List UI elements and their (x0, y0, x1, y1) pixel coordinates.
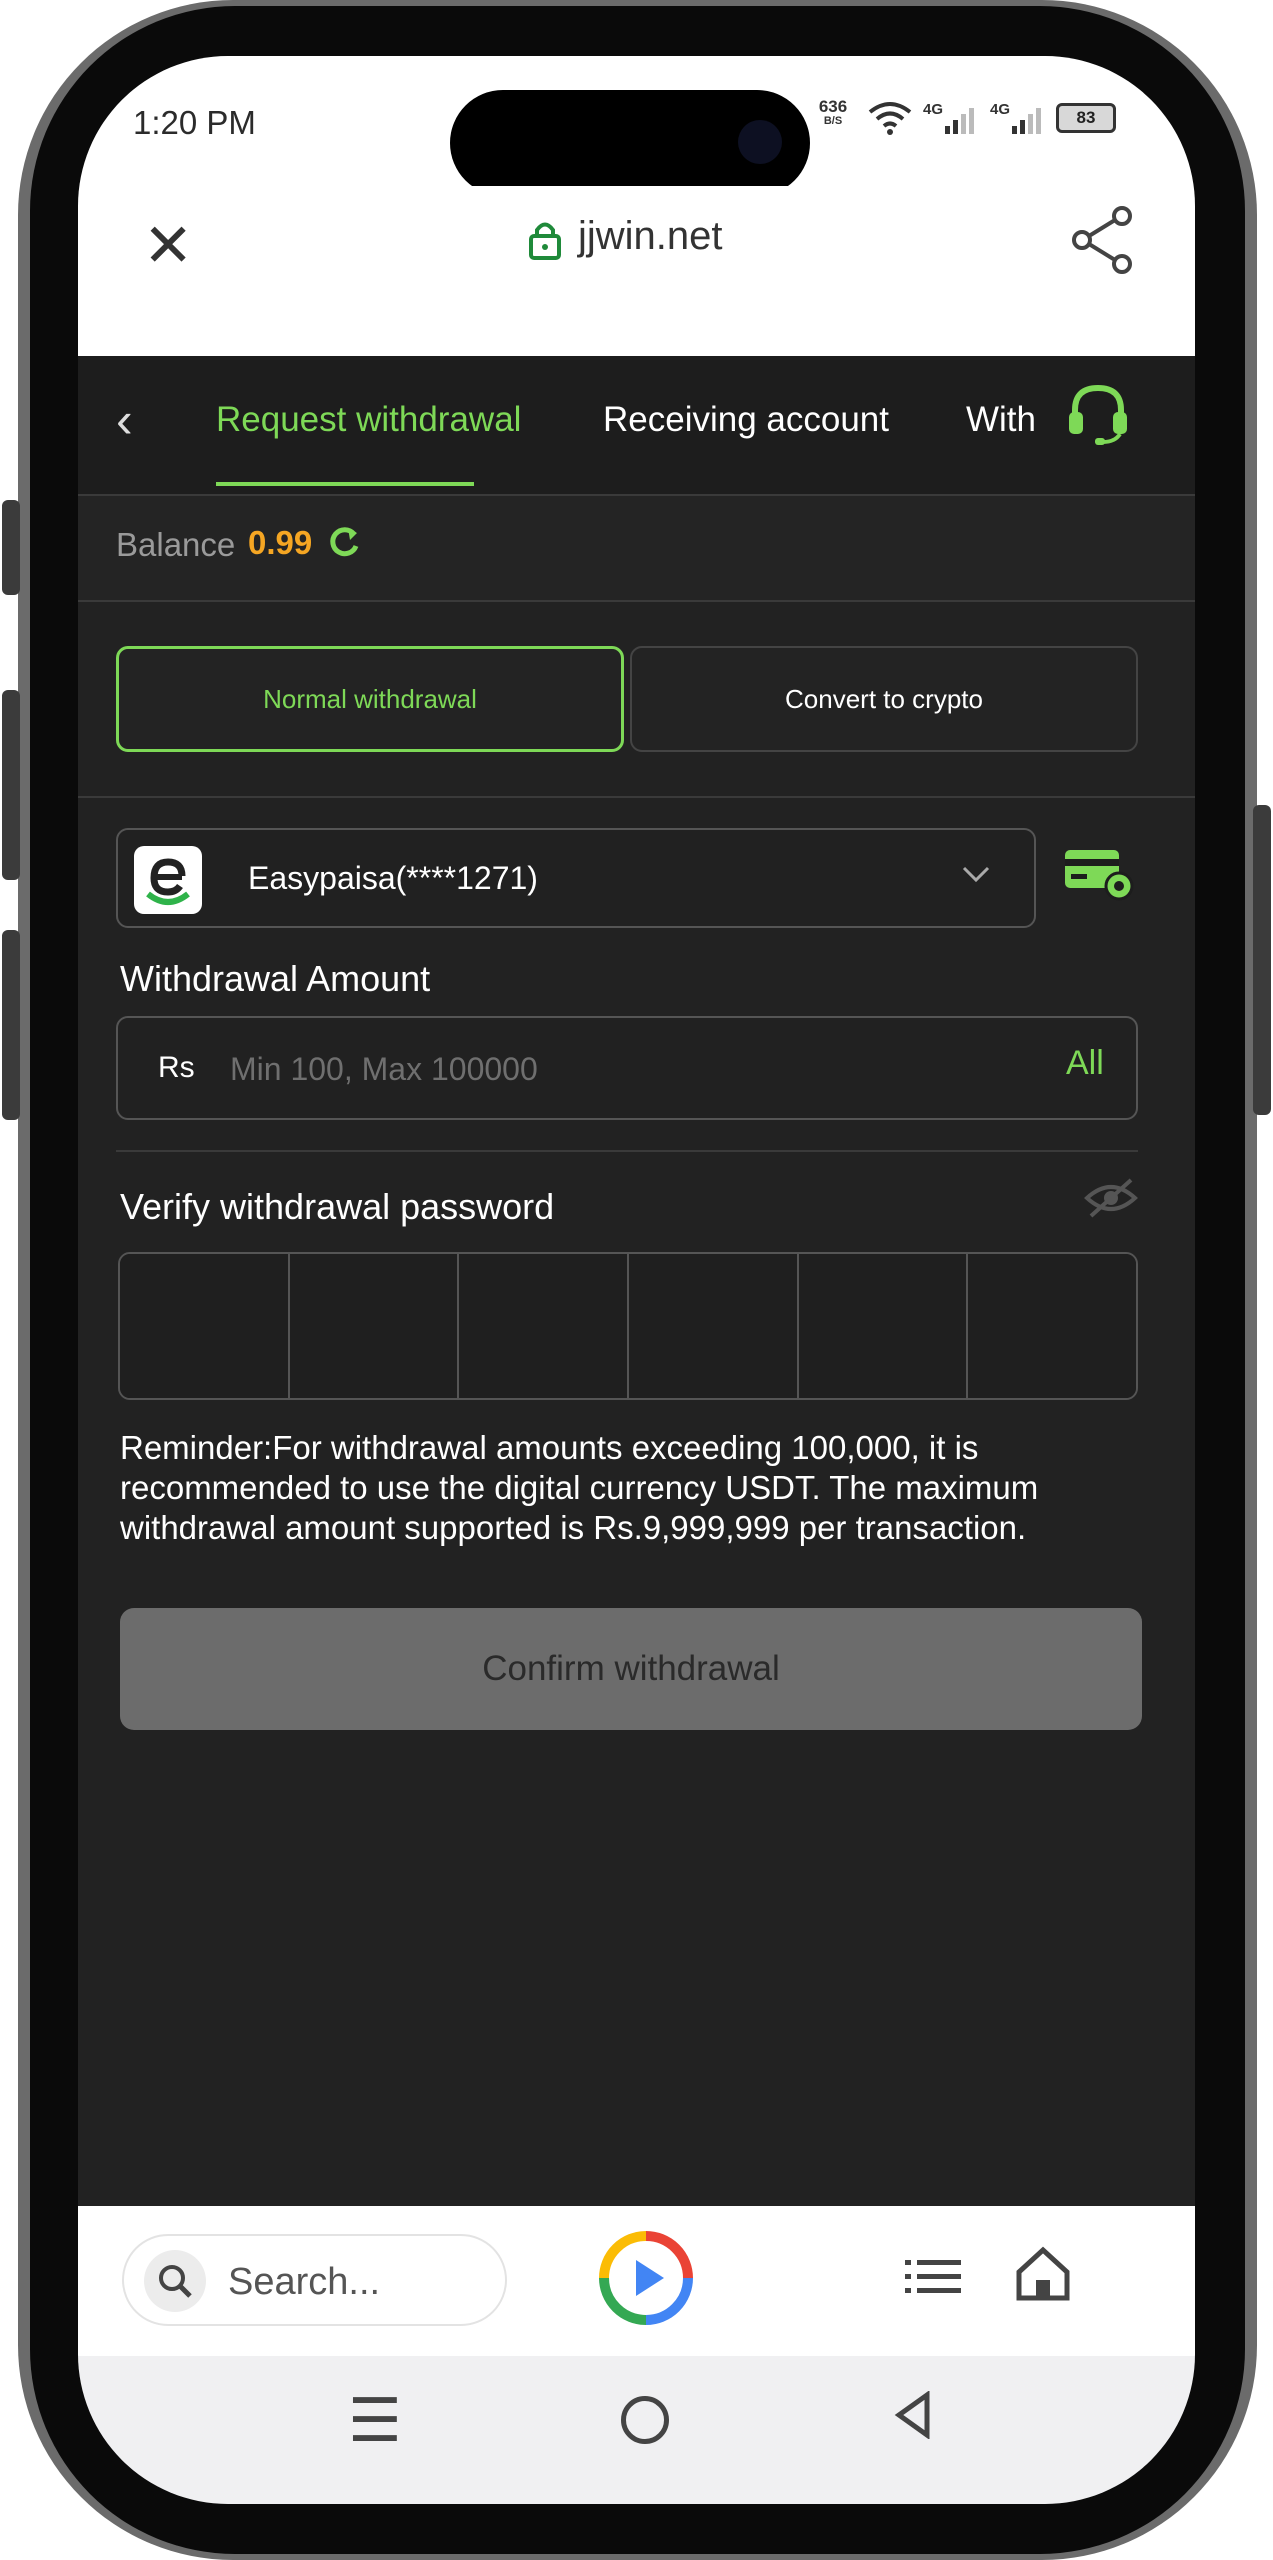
signal-type-label: 4G (923, 101, 943, 118)
withdrawal-amount-input[interactable] (228, 1046, 992, 1092)
withdrawal-amount-label: Withdrawal Amount (120, 958, 431, 999)
camera-icon (738, 120, 782, 164)
balance-row (78, 496, 1195, 602)
tab-request-withdrawal[interactable]: Request withdrawal (216, 400, 521, 440)
section-divider (78, 796, 1195, 798)
pin-digit-box[interactable] (629, 1254, 799, 1398)
phone-side-button (2, 500, 20, 595)
url-domain[interactable]: jjwin.net (578, 214, 723, 259)
home-icon[interactable] (1013, 2244, 1073, 2304)
eye-hidden-icon[interactable] (1083, 1176, 1139, 1220)
phone-power-button (1253, 805, 1271, 1115)
convert-to-crypto-button[interactable]: Convert to crypto (630, 646, 1138, 752)
signal-icon: 4G (923, 98, 983, 143)
section-divider (116, 1150, 1138, 1152)
pin-digit-box[interactable] (289, 1254, 460, 1398)
battery-icon: 83 (1056, 103, 1116, 133)
chevron-down-icon (962, 866, 990, 883)
lock-icon (529, 222, 561, 260)
withdrawal-password-label: Verify withdrawal password (120, 1186, 555, 1227)
share-icon[interactable] (1068, 204, 1138, 274)
balance-label: Balance (116, 526, 236, 563)
close-icon[interactable]: ✕ (143, 216, 193, 276)
easypaisa-logo-icon (134, 846, 202, 914)
card-settings-icon[interactable] (1063, 846, 1135, 902)
browser-url-bar (78, 186, 1195, 356)
play-games-icon[interactable] (598, 2230, 694, 2326)
refresh-icon[interactable] (326, 524, 362, 560)
balance-value: 0.99 (248, 524, 313, 561)
search-icon[interactable] (144, 2250, 206, 2312)
signal-icon: 4G (990, 98, 1050, 143)
password-pin-input[interactable] (118, 1252, 1138, 1400)
wifi-icon (868, 102, 912, 135)
pin-digit-box[interactable] (459, 1254, 630, 1398)
phone-volume-down (2, 930, 20, 1120)
currency-label: Rs (158, 1051, 195, 1084)
list-menu-icon[interactable] (903, 2254, 963, 2298)
back-chevron-icon[interactable]: ‹ (116, 391, 133, 449)
home-circle-icon[interactable] (621, 2396, 669, 2444)
search-placeholder[interactable]: Search... (228, 2261, 380, 2304)
phone-screen: 1:20 PM 636 B/S 4G 4G 83 ✕ jjwin.net ‹ R… (78, 56, 1195, 2504)
signal-type-label: 4G (990, 101, 1010, 118)
network-speed: 636 B/S (818, 97, 848, 127)
status-time: 1:20 PM (133, 104, 256, 141)
confirm-withdrawal-button[interactable]: Confirm withdrawal (120, 1608, 1142, 1730)
pin-digit-box[interactable] (968, 1254, 1136, 1398)
back-triangle-icon[interactable] (893, 2391, 933, 2439)
recent-apps-icon[interactable]: ☰ (348, 2386, 402, 2456)
active-tab-indicator (216, 482, 474, 486)
tab-receiving-account[interactable]: Receiving account (603, 400, 889, 440)
withdrawal-reminder-text: Reminder:For withdrawal amounts exceedin… (120, 1429, 1039, 1546)
normal-withdrawal-button[interactable]: Normal withdrawal (116, 646, 624, 752)
phone-volume-up (2, 690, 20, 880)
selected-account: Easypaisa(****1271) (248, 860, 538, 896)
all-amount-button[interactable]: All (1066, 1044, 1104, 1083)
customer-service-headset-icon[interactable] (1063, 378, 1133, 448)
pin-digit-box[interactable] (120, 1254, 290, 1398)
pin-digit-box[interactable] (798, 1254, 969, 1398)
tab-withdrawal-history[interactable]: With (966, 400, 1036, 440)
